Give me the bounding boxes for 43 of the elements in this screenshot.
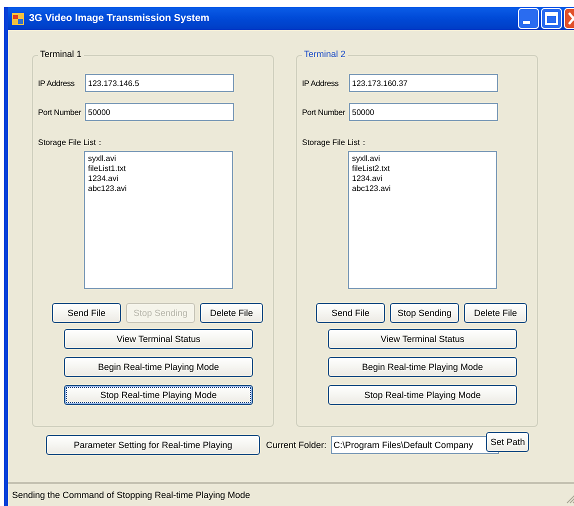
file-list[interactable]: syxll.avi fileList2.txt 1234.avi abc123.avi	[348, 151, 497, 289]
close-icon[interactable]	[564, 8, 574, 29]
parameter-setting-button[interactable]: Parameter Setting for Real-time Playing	[46, 435, 260, 455]
field-label: Port Number	[38, 108, 82, 116]
set-path-button[interactable]: Set Path	[486, 432, 529, 452]
list-item[interactable]: abc123.avi	[88, 184, 127, 194]
input-field[interactable]: 50000	[349, 103, 498, 121]
window-title: 3G Video Image Transmission System	[29, 13, 210, 24]
mode-button[interactable]: View Terminal Status	[64, 329, 253, 349]
group-title: Terminal 2	[302, 49, 348, 59]
file-list[interactable]: syxll.avi fileList1.txt 1234.avi abc123.avi	[84, 151, 233, 289]
file-button[interactable]: Delete File	[464, 303, 527, 323]
file-button[interactable]: Send File	[316, 303, 385, 323]
mode-button[interactable]: Stop Real-time Playing Mode	[328, 385, 517, 405]
file-button[interactable]: Send File	[52, 303, 121, 323]
field-label: Current Folder:	[266, 440, 327, 450]
list-item[interactable]: fileList1.txt	[88, 164, 126, 174]
maximize-icon[interactable]	[541, 8, 562, 29]
minimize-icon[interactable]	[518, 8, 539, 29]
status-text: Sending the Command of Stopping Real-time Playing Mode	[12, 490, 250, 500]
mode-button[interactable]: Begin Real-time Playing Mode	[64, 357, 253, 377]
file-button[interactable]: Stop Sending	[390, 303, 459, 323]
list-item[interactable]: syxll.avi	[88, 154, 116, 164]
app-icon	[11, 12, 25, 26]
mode-button[interactable]: Stop Real-time Playing Mode	[64, 385, 253, 405]
mode-button[interactable]: View Terminal Status	[328, 329, 517, 349]
mode-button[interactable]: Begin Real-time Playing Mode	[328, 357, 517, 377]
list-item[interactable]: syxll.avi	[352, 154, 380, 164]
list-item[interactable]: 1234.avi	[352, 174, 382, 184]
field-label: Storage File List：	[38, 137, 105, 148]
input-field[interactable]: 123.173.146.5	[85, 74, 234, 92]
list-item[interactable]: fileList2.txt	[352, 164, 390, 174]
input-field[interactable]: 50000	[85, 103, 234, 121]
field-label: Storage File List：	[302, 137, 369, 148]
field-label: IP Address	[38, 78, 76, 88]
list-item[interactable]: abc123.avi	[352, 184, 391, 194]
list-item[interactable]: 1234.avi	[88, 174, 118, 184]
file-button[interactable]: Delete File	[200, 303, 263, 323]
input-field[interactable]: 123.173.160.37	[349, 74, 498, 92]
field-label: IP Address	[302, 78, 340, 88]
field-label: Port Number	[302, 108, 346, 116]
resize-grip-icon[interactable]	[566, 494, 574, 504]
group-title: Terminal 1	[38, 49, 84, 59]
